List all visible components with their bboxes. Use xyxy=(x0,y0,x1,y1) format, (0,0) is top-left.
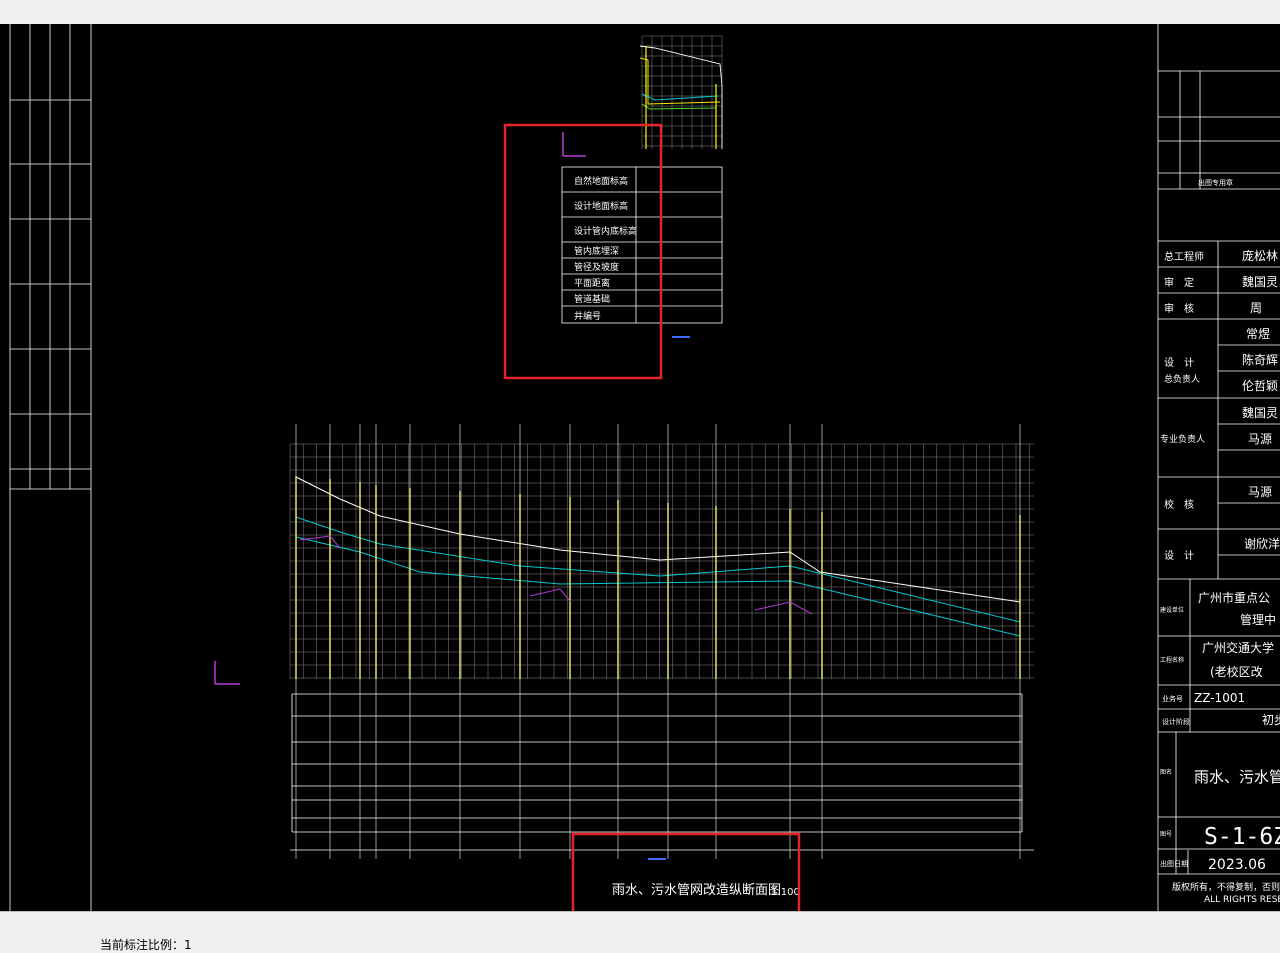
signer-name: 马源 xyxy=(1248,485,1272,499)
signer-name: 陈奇辉 xyxy=(1242,352,1278,367)
legend-row-label: 井编号 xyxy=(574,310,601,322)
design-stage: 初步 xyxy=(1262,713,1280,727)
stage-label: 设计阶段 xyxy=(1162,717,1190,726)
cad-canvas[interactable]: 自然地面标高 设计地面标高 设计管内底标高 管内底埋深管径及坡度平面距离管道基础井编号 xyxy=(0,24,1280,911)
signer-name: 马源 xyxy=(1248,432,1272,446)
project-name-2: (老校区改 xyxy=(1210,664,1263,679)
drawing-number: S-1-6Z xyxy=(1204,824,1280,850)
project-name: 广州交通大学 xyxy=(1202,640,1274,655)
top-toolbar xyxy=(0,0,1280,25)
signer-name: 庞松林 xyxy=(1242,248,1278,263)
signer-role: 审 定 xyxy=(1164,276,1194,289)
signer-role: 总负责人 xyxy=(1164,373,1200,385)
owner-name: 广州市重点公 xyxy=(1198,590,1270,605)
signer-role: 审 核 xyxy=(1164,302,1194,315)
drawing-label: 图名 xyxy=(1160,768,1172,776)
signer-name: 魏国灵 xyxy=(1242,274,1278,289)
signer-role: 专业负责人 xyxy=(1160,433,1205,445)
legend-row-label: 设计地面标高 xyxy=(574,200,628,212)
axis-marker xyxy=(214,132,586,685)
drawing-name: 雨水、污水管网 xyxy=(1194,768,1280,786)
upper-profile-drawing xyxy=(639,35,723,149)
copyright-cn: 版权所有，不得复制，否则追究。 xyxy=(1172,881,1280,893)
construction-label: 建设单位 xyxy=(1160,606,1184,614)
drawing-no-label: 图号 xyxy=(1160,831,1172,838)
left-revision-column xyxy=(9,24,92,911)
project-label: 工程名称 xyxy=(1160,656,1184,664)
upper-legend-table: 自然地面标高设计地面标高设计管内底标高管内底埋深管径及坡度平面距离管道基础井编号 xyxy=(561,166,723,338)
legend-row-label: 自然地面标高 xyxy=(574,175,628,187)
copyright-en: ALL RIGHTS RESE xyxy=(1204,895,1280,905)
signer-role: 总工程师 xyxy=(1164,250,1204,263)
title-block: 总工程师 庞松林 审 定 魏国灵 审 核 周 设 计 常煜 陈奇辉 总负责人 伦… xyxy=(1160,178,1280,905)
legend-row-label: 管内底埋深 xyxy=(574,245,619,257)
signer-role: 校 核 xyxy=(1164,498,1194,511)
project-no-label: 业务号 xyxy=(1162,694,1183,703)
cad-drawing: 自然地面标高设计地面标高设计管内底标高管内底埋深管径及坡度平面距离管道基础井编号 xyxy=(9,24,1280,911)
legend-row-label: 管道基础 xyxy=(574,293,610,305)
date-label: 出图日期 xyxy=(1160,859,1188,868)
legend-row-label: 管径及坡度 xyxy=(574,261,619,273)
signer-name: 常煜 xyxy=(1246,327,1270,341)
legend-row-label: 平面距离 xyxy=(574,277,610,289)
signer-name: 伦哲颖 xyxy=(1242,378,1278,393)
seal-label: 出图专用章 xyxy=(1198,178,1233,187)
drawing-date: 2023.06 xyxy=(1208,857,1266,873)
drawing-title-text: 雨水、污水管网改造纵断面图 xyxy=(612,883,781,898)
annotation-scale-label: 当前标注比例：1 xyxy=(100,938,192,952)
signer-role: 设 计 xyxy=(1164,549,1194,562)
signer-name: 谢欣洋 xyxy=(1244,536,1280,551)
project-no: ZZ-1001 xyxy=(1194,691,1245,705)
signer-name: 魏国灵 xyxy=(1242,405,1278,420)
signer-name: 周 xyxy=(1250,301,1262,315)
owner-name-2: 管理中 xyxy=(1240,612,1276,627)
legend-row-label: 设计管内底标高 xyxy=(574,225,637,237)
main-profile-drawing xyxy=(289,424,1034,859)
signer-role: 设 计 xyxy=(1164,356,1194,369)
status-bar: 当前标注比例：1 xyxy=(0,911,1280,952)
drawing-scale: 1:100 xyxy=(771,887,800,898)
highlight-box-title xyxy=(571,832,801,911)
drawing-title: 雨水、污水管网改造纵断面图 1:100 xyxy=(612,883,800,898)
